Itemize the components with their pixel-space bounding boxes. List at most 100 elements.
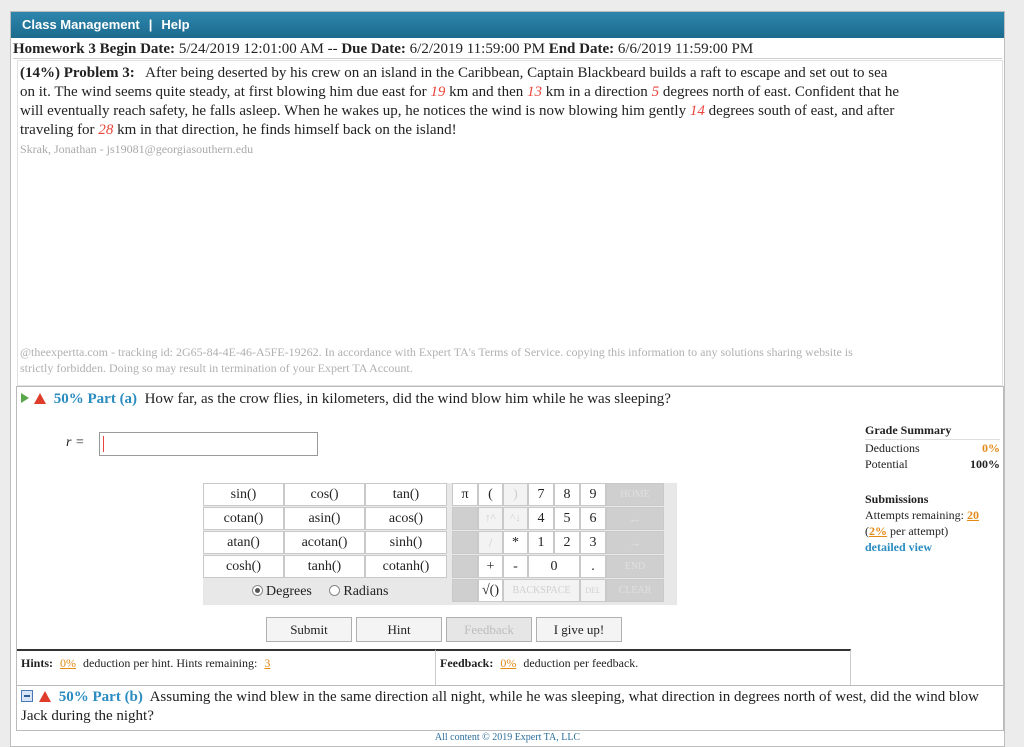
attempts-label: Attempts remaining: xyxy=(865,508,964,522)
exponent-down-key[interactable]: ^↓ xyxy=(503,507,528,530)
feedback-button[interactable]: Feedback xyxy=(446,617,532,642)
left-paren-key[interactable]: ( xyxy=(478,483,503,506)
part-a-panel: 50% Part (a) How far, as the crow flies,… xyxy=(16,386,1004,686)
cos-key[interactable]: cos() xyxy=(284,483,365,506)
submissions-summary: Submissions Attempts remaining: 20 (2% p… xyxy=(865,491,1000,555)
attempts-row: Attempts remaining: 20 xyxy=(865,507,1000,523)
digit-7-key[interactable]: 7 xyxy=(528,483,554,506)
minus-key[interactable]: - xyxy=(503,555,528,578)
potential-value: 100% xyxy=(970,457,1000,471)
atan-key[interactable]: atan() xyxy=(203,531,284,554)
degrees-radio[interactable] xyxy=(252,585,263,596)
tanh-key[interactable]: tanh() xyxy=(284,555,365,578)
answer-input[interactable] xyxy=(99,432,318,456)
divide-key[interactable]: / xyxy=(478,531,503,554)
copyright-footer: All content © 2019 Expert TA, LLC xyxy=(434,732,581,743)
problem-label: (14%) Problem 3: xyxy=(20,65,135,81)
asin-key[interactable]: asin() xyxy=(284,507,365,530)
decimal-key[interactable]: . xyxy=(580,555,606,578)
grade-summary-title: Grade Summary xyxy=(865,423,1000,440)
pi-key[interactable]: π xyxy=(452,483,478,506)
problem-text-part: km in a direction xyxy=(542,84,652,100)
multiply-key[interactable]: * xyxy=(503,531,528,554)
hints-remaining: 3 xyxy=(264,656,271,670)
begin-date: 5/24/2019 12:01:00 AM xyxy=(178,41,324,57)
class-management-link[interactable]: Class Management xyxy=(22,12,140,38)
hints-info: Hints: 0% deduction per hint. Hints rema… xyxy=(17,649,435,685)
feedback-text: deduction per feedback. xyxy=(523,656,639,670)
digit-3-key[interactable]: 3 xyxy=(580,531,606,554)
submit-button[interactable]: Submit xyxy=(266,617,352,642)
digit-0-key[interactable]: 0 xyxy=(528,555,580,578)
digit-1-key[interactable]: 1 xyxy=(528,531,554,554)
sinh-key[interactable]: sinh() xyxy=(365,531,447,554)
begin-label: Homework 3 Begin Date: xyxy=(13,41,176,57)
exponent-up-key[interactable]: ↑^ xyxy=(478,507,503,530)
clear-key[interactable]: CLEAR xyxy=(606,579,664,602)
backspace-key[interactable]: BACKSPACE xyxy=(503,579,580,602)
home-key[interactable]: HOME xyxy=(606,483,664,506)
digit-8-key[interactable]: 8 xyxy=(554,483,580,506)
end-key[interactable]: END xyxy=(606,555,664,578)
per-attempt-deduction: 2% xyxy=(869,524,887,538)
given-value: 14 xyxy=(689,103,705,119)
collapse-icon[interactable] xyxy=(21,690,33,702)
problem-text: (14%) Problem 3: After being deserted by… xyxy=(20,64,900,140)
digit-9-key[interactable]: 9 xyxy=(580,483,606,506)
nav-separator: | xyxy=(148,17,153,32)
hints-label: Hints: xyxy=(21,656,54,670)
degrees-option[interactable]: Degrees xyxy=(252,584,312,599)
delete-key[interactable]: DEL xyxy=(580,579,606,602)
given-value: 19 xyxy=(430,84,446,100)
feedback-info: Feedback: 0% deduction per feedback. xyxy=(435,649,851,685)
per-attempt-row: (2% per attempt) xyxy=(865,523,1000,539)
page-frame: Class Management | Help Homework 3 Begin D… xyxy=(10,11,1005,747)
hints-text: deduction per hint. Hints remaining: xyxy=(83,656,258,670)
homework-dates: Homework 3 Begin Date: 5/24/2019 12:01:0… xyxy=(13,39,1002,59)
top-nav-bar: Class Management | Help xyxy=(11,12,1004,38)
per-attempt-text: per attempt) xyxy=(890,524,949,538)
blank-key xyxy=(452,555,478,578)
right-paren-key[interactable]: ) xyxy=(503,483,528,506)
detailed-view-link[interactable]: detailed view xyxy=(865,539,1000,555)
warning-icon xyxy=(34,393,46,404)
part-b-header: 50% Part (b) Assuming the wind blew in t… xyxy=(21,688,996,726)
feedback-label: Feedback: xyxy=(440,656,494,670)
submissions-title: Submissions xyxy=(865,492,929,506)
cursor-right-key[interactable]: → xyxy=(606,531,664,554)
give-up-button[interactable]: I give up! xyxy=(536,617,622,642)
part-a-question: How far, as the crow flies, in kilometer… xyxy=(144,391,671,407)
tan-key[interactable]: tan() xyxy=(365,483,447,506)
plus-key[interactable]: + xyxy=(478,555,503,578)
feedback-deduction: 0% xyxy=(500,656,517,670)
end-label: End Date: xyxy=(548,41,615,57)
digit-5-key[interactable]: 5 xyxy=(554,507,580,530)
radians-option[interactable]: Radians xyxy=(329,584,388,599)
answer-variable-label: r = xyxy=(66,435,85,450)
cotanh-key[interactable]: cotanh() xyxy=(365,555,447,578)
calculator-keypad: sin() cos() tan() cotan() asin() acos() … xyxy=(203,483,677,605)
due-label: Due Date: xyxy=(341,41,406,57)
cursor-left-key[interactable]: ← xyxy=(606,507,664,530)
acos-key[interactable]: acos() xyxy=(365,507,447,530)
end-date: 6/6/2019 11:59:00 PM xyxy=(617,41,754,57)
part-b-question: Assuming the wind blew in the same direc… xyxy=(21,689,980,724)
digit-2-key[interactable]: 2 xyxy=(554,531,580,554)
digit-6-key[interactable]: 6 xyxy=(580,507,606,530)
problem-text-part: km and then xyxy=(445,84,527,100)
radians-radio[interactable] xyxy=(329,585,341,596)
play-icon[interactable] xyxy=(21,393,29,403)
deductions-label: Deductions xyxy=(865,441,920,455)
digit-4-key[interactable]: 4 xyxy=(528,507,554,530)
acotan-key[interactable]: acotan() xyxy=(284,531,365,554)
deductions-value: 0% xyxy=(982,441,1000,455)
cotan-key[interactable]: cotan() xyxy=(203,507,284,530)
sin-key[interactable]: sin() xyxy=(203,483,284,506)
blank-key xyxy=(452,579,478,602)
help-link[interactable]: Help xyxy=(161,12,189,38)
tracking-notice: @theexpertta.com - tracking id: 2G65-84-… xyxy=(20,345,853,375)
sqrt-key[interactable]: √() xyxy=(478,579,503,602)
hint-button[interactable]: Hint xyxy=(356,617,442,642)
cosh-key[interactable]: cosh() xyxy=(203,555,284,578)
blank-key xyxy=(452,531,478,554)
